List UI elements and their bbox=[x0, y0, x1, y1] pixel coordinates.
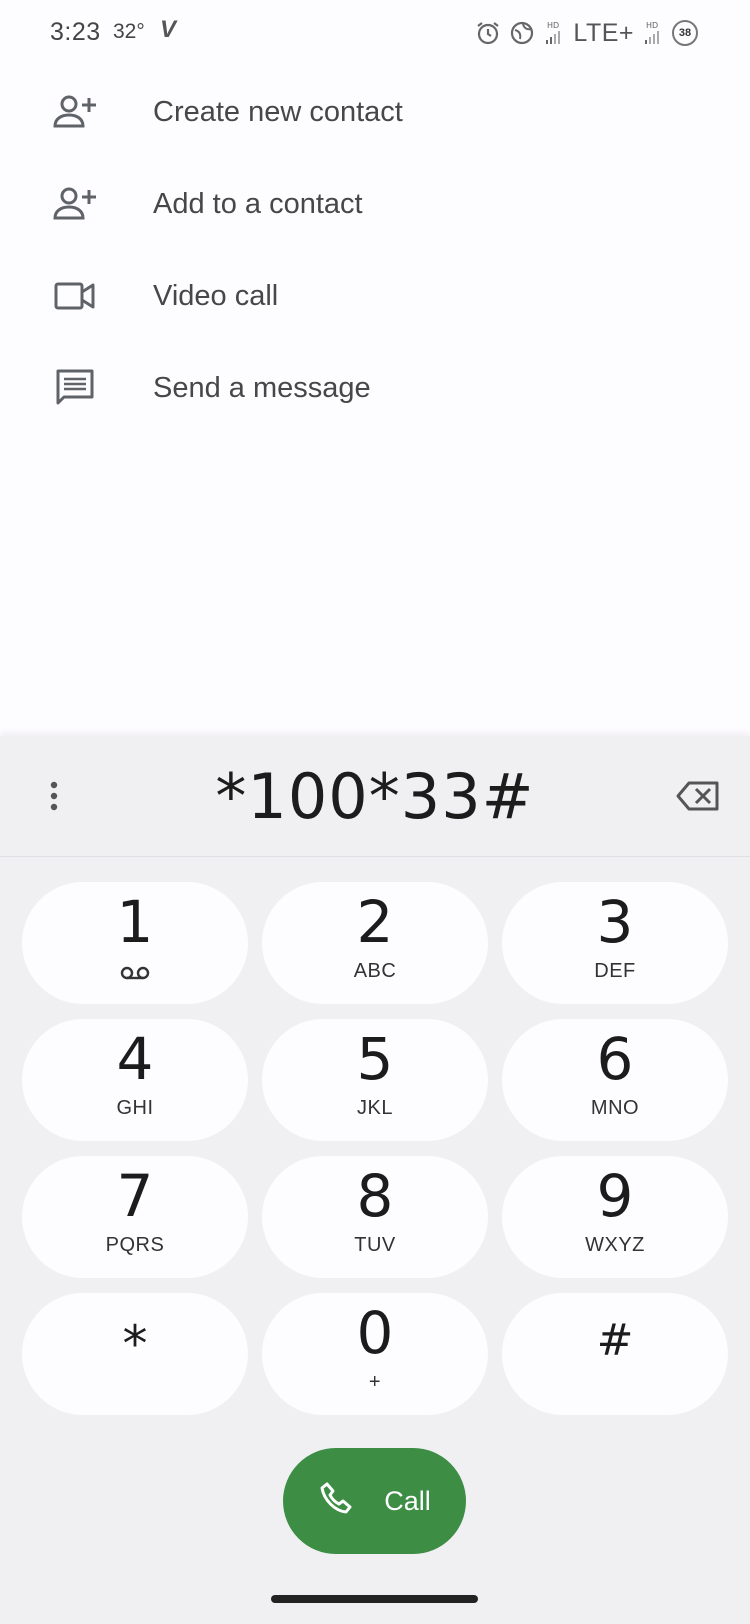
key-1[interactable]: 1 bbox=[22, 882, 248, 1004]
backspace-button[interactable] bbox=[672, 776, 724, 816]
more-vert-icon bbox=[50, 781, 58, 811]
key-2[interactable]: 2 ABC bbox=[262, 882, 488, 1004]
carrier-logo-icon: V bbox=[160, 16, 177, 43]
option-label: Video call bbox=[153, 279, 279, 312]
option-label: Add to a contact bbox=[153, 187, 363, 220]
dial-options-list: Create new contact Add to a contact Vide… bbox=[0, 66, 750, 434]
key-pound[interactable]: # bbox=[502, 1293, 728, 1415]
key-digit: * bbox=[122, 1315, 148, 1373]
key-digit: 7 bbox=[116, 1162, 154, 1230]
key-letters: ABC bbox=[353, 960, 397, 982]
option-label: Send a message bbox=[153, 371, 371, 404]
key-letters: DEF bbox=[594, 960, 636, 982]
person-add-icon bbox=[53, 182, 97, 226]
video-call-option[interactable]: Video call bbox=[0, 250, 750, 342]
svg-text:HD: HD bbox=[547, 21, 559, 30]
key-digit: 2 bbox=[356, 888, 394, 956]
key-6[interactable]: 6 MNO bbox=[502, 1019, 728, 1141]
key-digit: 5 bbox=[356, 1025, 394, 1093]
key-digit: # bbox=[596, 1315, 634, 1366]
status-icons: HD LTE+ HD 38 bbox=[475, 16, 698, 50]
key-0[interactable]: 0 + bbox=[262, 1293, 488, 1415]
key-digit: 8 bbox=[356, 1162, 394, 1230]
signal-hd-icon: HD bbox=[543, 20, 565, 46]
key-digit: 9 bbox=[596, 1162, 634, 1230]
more-options-button[interactable] bbox=[34, 772, 74, 820]
key-5[interactable]: 5 JKL bbox=[262, 1019, 488, 1141]
key-9[interactable]: 9 WXYZ bbox=[502, 1156, 728, 1278]
call-label: Call bbox=[384, 1485, 431, 1516]
key-digit: 6 bbox=[596, 1025, 634, 1093]
call-button[interactable]: Call bbox=[283, 1448, 466, 1554]
digits-row: *100*33# bbox=[0, 736, 750, 857]
key-8[interactable]: 8 TUV bbox=[262, 1156, 488, 1278]
key-star[interactable]: * bbox=[22, 1293, 248, 1415]
key-letters: GHI bbox=[116, 1097, 154, 1119]
signal-hd-2-icon: HD bbox=[642, 20, 664, 46]
option-label: Create new contact bbox=[153, 95, 403, 128]
video-icon bbox=[53, 274, 97, 318]
status-temperature: 32° bbox=[113, 20, 145, 43]
key-letters: + bbox=[368, 1371, 382, 1393]
alarm-icon bbox=[475, 20, 501, 46]
key-digit: 4 bbox=[116, 1025, 154, 1093]
backspace-icon bbox=[676, 781, 719, 811]
data-saver-icon bbox=[509, 20, 535, 46]
battery-icon: 38 bbox=[672, 20, 698, 46]
key-letters: PQRS bbox=[105, 1234, 165, 1256]
phone-icon bbox=[318, 1481, 354, 1522]
key-3[interactable]: 3 DEF bbox=[502, 882, 728, 1004]
voicemail-icon bbox=[22, 966, 248, 980]
key-letters: TUV bbox=[354, 1234, 396, 1256]
status-bar: 3:23 32° V HD LTE+ HD 38 bbox=[0, 0, 750, 66]
svg-text:HD: HD bbox=[646, 21, 658, 30]
network-type: LTE+ bbox=[573, 18, 634, 47]
home-indicator[interactable] bbox=[271, 1595, 478, 1603]
key-digit: 1 bbox=[116, 888, 154, 956]
add-to-contact-option[interactable]: Add to a contact bbox=[0, 158, 750, 250]
key-letters: JKL bbox=[357, 1097, 393, 1119]
send-message-option[interactable]: Send a message bbox=[0, 342, 750, 434]
key-digit: 0 bbox=[356, 1299, 394, 1367]
key-letters: WXYZ bbox=[585, 1234, 645, 1256]
key-7[interactable]: 7 PQRS bbox=[22, 1156, 248, 1278]
status-time: 3:23 bbox=[50, 18, 101, 46]
key-4[interactable]: 4 GHI bbox=[22, 1019, 248, 1141]
create-new-contact-option[interactable]: Create new contact bbox=[0, 66, 750, 158]
person-add-icon bbox=[53, 90, 97, 134]
dialed-number-field[interactable]: *100*33# bbox=[110, 760, 640, 833]
key-letters: MNO bbox=[590, 1097, 640, 1119]
message-icon bbox=[53, 366, 97, 410]
key-digit: 3 bbox=[596, 888, 634, 956]
